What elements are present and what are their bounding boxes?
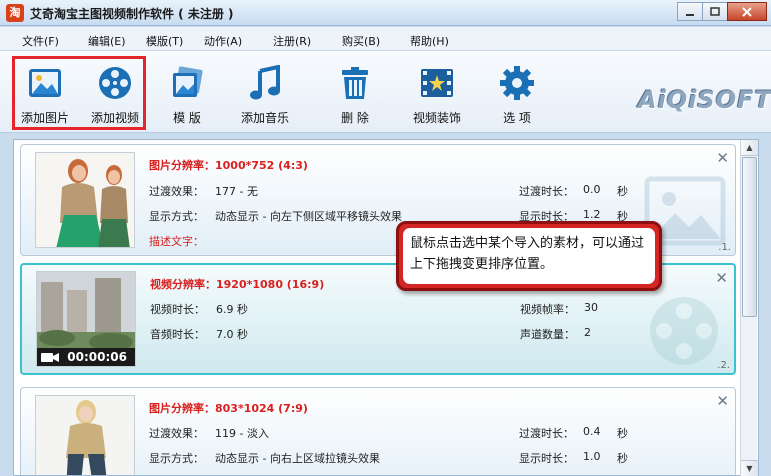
video-decoration-label: 视频装饰	[412, 111, 461, 125]
item-index: .1.	[718, 242, 731, 253]
tip-text: 鼠标点击选中某个导入的素材，可以通过上下拖拽变更排序位置。	[403, 228, 655, 284]
transition-duration-unit: 秒	[617, 185, 628, 198]
delete-button[interactable]: 删 除	[320, 51, 390, 131]
brand-logo: AiQiSOFT	[638, 86, 771, 114]
close-icon	[742, 6, 752, 17]
video-resolution: 视频分辨率：1920*1080 (16:9)	[150, 278, 325, 291]
options-button[interactable]: 选 项	[482, 51, 552, 131]
display-mode-label: 显示方式：	[149, 210, 204, 223]
video-length-value: 6.9 秒	[216, 303, 248, 316]
menu-help[interactable]: 帮助(H)	[410, 33, 449, 49]
video-length-label: 视频时长：	[150, 303, 205, 316]
remove-item-button[interactable]: ✕	[716, 149, 729, 167]
audio-channels-value: 2	[584, 326, 591, 339]
display-duration-unit: 秒	[617, 452, 628, 465]
template-label: 模 版	[173, 111, 201, 125]
menu-action[interactable]: 动作(A)	[204, 33, 242, 49]
display-mode-label: 显示方式：	[149, 452, 204, 465]
video-decoration-icon	[421, 69, 453, 97]
template-icon	[173, 66, 203, 97]
window-controls	[677, 2, 767, 21]
video-duration: 00:00:06	[67, 350, 127, 364]
menu-register[interactable]: 注册(R)	[273, 33, 311, 49]
window-title: 艾奇淘宝主图视频制作软件 ( 未注册 )	[30, 7, 234, 21]
video-decoration-button[interactable]: 视频装饰	[402, 51, 472, 131]
transition-duration-label: 过渡时长：	[519, 185, 574, 198]
frame-rate-label: 视频帧率：	[520, 303, 575, 316]
item-index: .2.	[717, 360, 730, 371]
options-label: 选 项	[503, 111, 531, 125]
display-duration-label: 显示时长：	[519, 452, 574, 465]
minimize-icon	[686, 13, 694, 16]
material-list[interactable]: 图片分辨率：1000*752 (4:3) 过渡效果： 177 - 无 显示方式：…	[13, 139, 759, 476]
video-thumbnail: 00:00:06	[36, 271, 136, 367]
transition-duration-label: 过渡时长：	[519, 427, 574, 440]
menu-buy[interactable]: 购买(B)	[342, 33, 380, 49]
music-icon	[250, 65, 280, 100]
woman-photo-thumbnail	[36, 396, 134, 475]
woman-photo-thumbnail	[36, 153, 134, 247]
transition-effect-value: 119 - 淡入	[215, 427, 269, 440]
transition-duration-value: 0.4	[583, 425, 601, 438]
scroll-thumb[interactable]	[742, 157, 757, 317]
audio-length-label: 音频时长：	[150, 328, 205, 341]
remove-item-button[interactable]: ✕	[716, 392, 729, 410]
maximize-button[interactable]	[702, 2, 728, 21]
transition-duration-value: 0.0	[583, 183, 601, 196]
gear-icon	[500, 66, 534, 100]
image-thumbnail	[35, 395, 135, 475]
camera-icon	[41, 353, 59, 362]
transition-effect-value: 177 - 无	[215, 185, 258, 198]
scroll-up-button[interactable]: ▲	[741, 140, 758, 156]
title-bar: 淘 艾奇淘宝主图视频制作软件 ( 未注册 )	[0, 0, 771, 26]
trash-icon	[342, 67, 368, 99]
vertical-scrollbar[interactable]: ▲ ▼	[740, 140, 758, 476]
maximize-icon	[710, 6, 720, 16]
menu-edit[interactable]: 编辑(E)	[88, 33, 126, 49]
transition-duration-unit: 秒	[617, 427, 628, 440]
audio-length-value: 7.0 秒	[216, 328, 248, 341]
image-resolution: 图片分辨率：1000*752 (4:3)	[149, 159, 308, 172]
minimize-button[interactable]	[677, 2, 703, 21]
video-info-bar: 00:00:06	[37, 348, 135, 366]
description-label[interactable]: 描述文字：	[149, 233, 204, 249]
delete-label: 删 除	[341, 111, 369, 125]
display-duration-value: 1.2	[583, 208, 601, 221]
transition-effect-label: 过渡效果：	[149, 185, 204, 198]
frame-rate-value: 30	[584, 301, 598, 314]
image-thumbnail	[35, 152, 135, 248]
add-music-button[interactable]: 添加音乐	[230, 51, 300, 131]
scroll-down-button[interactable]: ▼	[741, 460, 758, 476]
list-item[interactable]: 图片分辨率：803*1024 (7:9) 过渡效果： 119 - 淡入 显示方式…	[20, 387, 736, 475]
transition-effect-label: 过渡效果：	[149, 427, 204, 440]
film-reel-watermark-icon	[650, 297, 718, 365]
tip-callout: 鼠标点击选中某个导入的素材，可以通过上下拖拽变更排序位置。	[396, 221, 662, 291]
display-duration-value: 1.0	[583, 450, 601, 463]
image-resolution: 图片分辨率：803*1024 (7:9)	[149, 402, 308, 415]
app-icon: 淘	[6, 4, 24, 22]
remove-item-button[interactable]: ✕	[715, 269, 728, 287]
display-mode-value: 动态显示 - 向右上区域拉镜头效果	[215, 452, 380, 465]
template-button[interactable]: 模 版	[152, 51, 222, 131]
menu-file[interactable]: 文件(F)	[22, 33, 59, 49]
add-music-label: 添加音乐	[240, 111, 289, 125]
menu-template[interactable]: 模版(T)	[146, 33, 183, 49]
close-window-button[interactable]	[727, 2, 767, 21]
add-buttons-highlight	[12, 56, 146, 130]
menu-bar: 文件(F) 编辑(E) 模版(T) 动作(A) 注册(R) 购买(B) 帮助(H…	[0, 27, 771, 51]
audio-channels-label: 声道数量：	[520, 328, 575, 341]
display-mode-value: 动态显示 - 向左下侧区域平移镜头效果	[215, 210, 402, 223]
